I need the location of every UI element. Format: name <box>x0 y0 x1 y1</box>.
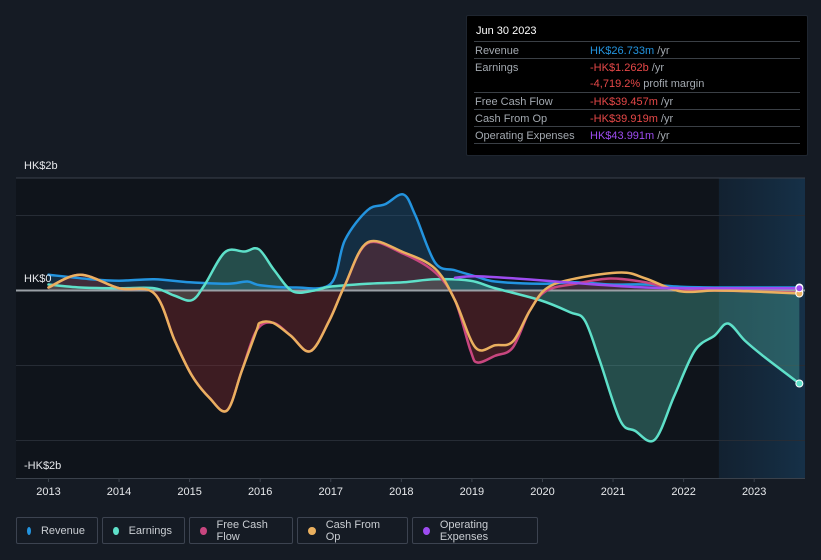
tooltip-unit: /yr <box>654 130 670 142</box>
tooltip-value: -HK$1.262b <box>590 62 649 74</box>
legend-item-revenue[interactable]: Revenue <box>16 517 98 544</box>
x-tick-label: 2022 <box>671 486 695 498</box>
tooltip-value: -HK$39.457m <box>590 96 658 108</box>
y-tick-label-zero: HK$0 <box>24 273 52 285</box>
free-cash-flow-dot-icon <box>200 526 207 535</box>
tooltip-label: Cash From Op <box>475 113 548 125</box>
x-tick-label: 2023 <box>742 486 766 498</box>
x-tick-label: 2020 <box>530 486 554 498</box>
x-tick-label: 2016 <box>248 486 272 498</box>
tooltip-row-operating-expenses: Operating Expenses HK$43.991m /yr <box>474 126 800 144</box>
legend-label: Operating Expenses <box>439 518 489 543</box>
tooltip-value: HK$43.991m <box>590 130 655 142</box>
legend-label: Earnings <box>128 524 172 537</box>
legend-label: Cash From Op <box>325 518 381 543</box>
legend-item-free-cash-flow[interactable]: Free Cash Flow <box>189 517 293 544</box>
tooltip-unit: profit margin <box>640 78 705 90</box>
y-tick-label-bottom: -HK$2b <box>24 460 62 472</box>
tooltip-row-revenue: Revenue HK$26.733m /yr <box>474 41 800 59</box>
tooltip-value: -4,719.2% <box>590 78 641 90</box>
tooltip-label: Operating Expenses <box>475 130 575 142</box>
revenue-dot-icon <box>27 526 31 535</box>
legend-label: Free Cash Flow <box>216 518 268 543</box>
x-tick-label: 2015 <box>177 486 201 498</box>
operating-expenses-dot-icon <box>423 526 430 535</box>
tooltip-label: Free Cash Flow <box>475 96 553 108</box>
x-tick-label: 2018 <box>389 486 413 498</box>
tooltip-label: Revenue <box>475 45 520 57</box>
x-tick-label: 2014 <box>107 486 131 498</box>
tooltip-unit: /yr <box>654 45 670 57</box>
x-tick-label: 2013 <box>36 486 60 498</box>
x-tick-label: 2021 <box>601 486 625 498</box>
legend-label: Revenue <box>40 524 85 537</box>
legend-item-operating-expenses[interactable]: Operating Expenses <box>412 517 538 544</box>
legend: Revenue Earnings Free Cash Flow Cash Fro… <box>16 517 538 544</box>
tooltip-value: -HK$39.919m <box>590 113 658 125</box>
tooltip-divider <box>474 143 800 144</box>
cash-from-op-dot-icon <box>308 526 316 535</box>
tooltip-unit: /yr <box>648 62 664 74</box>
tooltip-row-free-cash-flow: Free Cash Flow -HK$39.457m /yr <box>474 92 800 110</box>
x-tick-label: 2019 <box>460 486 484 498</box>
tooltip-label: Earnings <box>475 62 519 74</box>
tooltip-row-cash-from-op: Cash From Op -HK$39.919m /yr <box>474 109 800 127</box>
tooltip-panel: Jun 30 2023 Revenue HK$26.733m /yr Earni… <box>466 15 808 156</box>
tooltip-row-profit-margin: -4,719.2% profit margin <box>474 75 800 92</box>
operating-expenses-endpoint <box>795 284 804 293</box>
tooltip-date: Jun 30 2023 <box>476 25 537 37</box>
earnings-endpoint <box>795 379 804 388</box>
tooltip-row-earnings: Earnings -HK$1.262b /yr <box>474 58 800 76</box>
tooltip-value: HK$26.733m <box>590 45 655 57</box>
y-tick-label-top: HK$2b <box>24 160 58 172</box>
x-tick-label: 2017 <box>319 486 343 498</box>
tooltip-unit: /yr <box>657 96 674 108</box>
earnings-dot-icon <box>113 526 119 535</box>
legend-item-cash-from-op[interactable]: Cash From Op <box>297 517 408 544</box>
tooltip-unit: /yr <box>657 113 674 125</box>
legend-item-earnings[interactable]: Earnings <box>102 517 185 544</box>
